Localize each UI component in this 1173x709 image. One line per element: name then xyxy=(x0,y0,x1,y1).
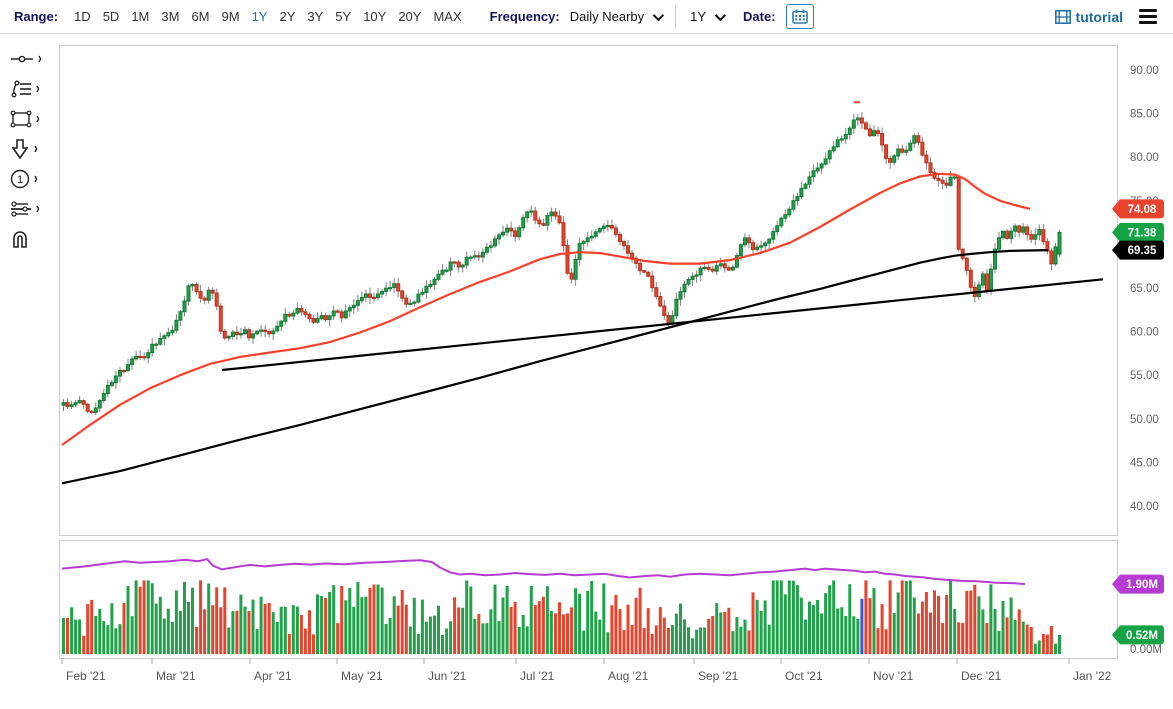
tutorial-video-icon xyxy=(1055,10,1071,24)
range-option-20y[interactable]: 20Y xyxy=(392,6,427,27)
price-volume-chart: 90.0085.0080.0075.0065.0060.0055.0050.00… xyxy=(0,34,1173,704)
chart-canvas[interactable]: 90.0085.0080.0075.0065.0060.0055.0050.00… xyxy=(0,34,1173,704)
time-axis-month-label: Apr '21 xyxy=(254,669,292,683)
price-axis-tick: 40.00 xyxy=(1130,501,1159,513)
black-moving-average xyxy=(62,250,1048,483)
tutorial-label: tutorial xyxy=(1076,9,1123,25)
range-option-5d[interactable]: 5D xyxy=(97,6,126,27)
price-pane-border xyxy=(60,46,1118,536)
range-option-10y[interactable]: 10Y xyxy=(357,6,392,27)
time-axis-month-label: Mar '21 xyxy=(156,669,196,683)
svg-text:0.52M: 0.52M xyxy=(1126,630,1158,642)
black-ma-badge: 69.35 xyxy=(1112,241,1164,260)
red-ma-badge: 74.08 xyxy=(1112,199,1164,218)
date-label: Date: xyxy=(743,9,776,24)
time-axis-month-label: May '21 xyxy=(341,669,383,683)
range-option-2y[interactable]: 2Y xyxy=(273,6,301,27)
hamburger-menu-icon[interactable] xyxy=(1137,7,1159,26)
red-moving-average xyxy=(62,174,1030,445)
price-axis-tick: 45.00 xyxy=(1130,457,1159,469)
price-axis-tick: 65.00 xyxy=(1130,283,1159,295)
range-selector: 1D5D1M3M6M9M1Y2Y3Y5Y10Y20YMAX xyxy=(68,6,468,27)
chevron-down-icon xyxy=(715,9,726,20)
date-picker-button[interactable] xyxy=(786,4,814,29)
range-option-3m[interactable]: 3M xyxy=(155,6,185,27)
range-option-9m[interactable]: 9M xyxy=(216,6,246,27)
svg-text:1.90M: 1.90M xyxy=(1126,579,1158,591)
volume-axis-zero: 0.00M xyxy=(1130,644,1162,656)
range-option-1y[interactable]: 1Y xyxy=(246,6,274,27)
time-axis-month-label: Sep '21 xyxy=(698,669,739,683)
open-interest-badge: 1.90M xyxy=(1112,575,1164,594)
open-interest-line xyxy=(62,559,1025,584)
trendline xyxy=(222,279,1103,370)
chevron-down-icon xyxy=(653,9,664,20)
candle-wicks xyxy=(64,112,1060,415)
price-axis-tick: 85.00 xyxy=(1130,109,1159,121)
time-axis-month-label: Jul '21 xyxy=(520,669,555,683)
range-option-3y[interactable]: 3Y xyxy=(301,6,329,27)
time-axis-month-label: Jan '22 xyxy=(1073,669,1112,683)
volume-bars xyxy=(62,580,1061,654)
tutorial-link[interactable]: tutorial xyxy=(1055,9,1123,25)
price-axis-tick: 90.00 xyxy=(1130,65,1159,77)
range-option-6m[interactable]: 6M xyxy=(185,6,215,27)
period-value: 1Y xyxy=(690,9,706,24)
frequency-dropdown[interactable]: Daily Nearby xyxy=(570,9,661,24)
period-dropdown[interactable]: 1Y xyxy=(690,9,723,24)
calendar-icon xyxy=(792,9,808,24)
price-axis-tick: 60.00 xyxy=(1130,327,1159,339)
range-option-max[interactable]: MAX xyxy=(427,6,467,27)
time-axis-month-label: Oct '21 xyxy=(785,669,823,683)
frequency-label: Frequency: xyxy=(490,9,560,24)
time-axis-month-label: Aug '21 xyxy=(608,669,649,683)
frequency-value: Daily Nearby xyxy=(570,9,644,24)
time-axis-month-label: Nov '21 xyxy=(873,669,914,683)
range-option-5y[interactable]: 5Y xyxy=(329,6,357,27)
volume-badge: 0.52M xyxy=(1112,625,1164,644)
range-label: Range: xyxy=(14,9,58,24)
time-axis-month-label: Dec '21 xyxy=(961,669,1002,683)
range-option-1d[interactable]: 1D xyxy=(68,6,97,27)
chart-toolbar: Range: 1D5D1M3M6M9M1Y2Y3Y5Y10Y20YMAX Fre… xyxy=(0,0,1173,34)
range-option-1m[interactable]: 1M xyxy=(125,6,155,27)
time-axis-month-label: Feb '21 xyxy=(66,669,106,683)
price-axis-tick: 80.00 xyxy=(1130,152,1159,164)
last-price-badge: 71.38 xyxy=(1112,223,1164,242)
time-axis-month-label: Jun '21 xyxy=(428,669,467,683)
svg-text:71.38: 71.38 xyxy=(1128,227,1157,239)
svg-text:74.08: 74.08 xyxy=(1128,204,1157,216)
toolbar-divider xyxy=(675,6,676,28)
price-axis-tick: 50.00 xyxy=(1130,414,1159,426)
price-axis-tick: 55.00 xyxy=(1130,370,1159,382)
svg-text:69.35: 69.35 xyxy=(1128,245,1157,257)
